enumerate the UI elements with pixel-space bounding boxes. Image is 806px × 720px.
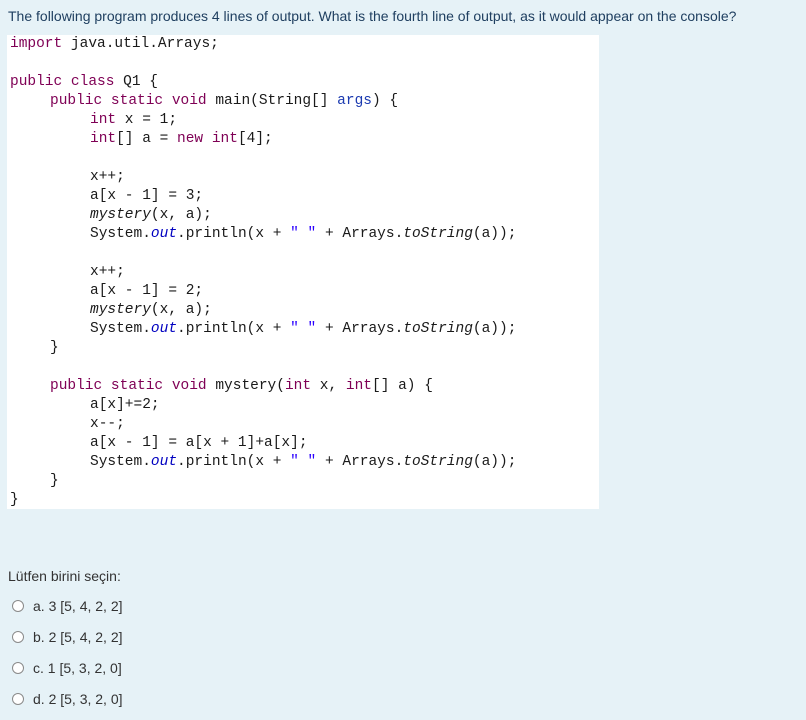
radio-button-a[interactable] bbox=[12, 599, 24, 612]
code-line-increment-1: x++; bbox=[90, 169, 125, 185]
code-line-print-2: System.out.println(x + " " + Arrays.toSt… bbox=[90, 321, 517, 337]
code-line-ax-sum: a[x - 1] = a[x + 1]+a[x]; bbox=[90, 435, 308, 451]
option-b[interactable]: b. 2 [5, 4, 2, 2] bbox=[12, 621, 123, 652]
code-line-assign-1: a[x - 1] = 3; bbox=[90, 188, 204, 204]
code-line-int-x: int x = 1; bbox=[90, 112, 178, 128]
option-c[interactable]: c. 1 [5, 3, 2, 0] bbox=[12, 652, 123, 683]
code-line-mystery-call-1: mystery(x, a); bbox=[90, 207, 212, 223]
code-line-increment-2: x++; bbox=[90, 264, 125, 280]
code-line-print-3: System.out.println(x + " " + Arrays.toSt… bbox=[90, 454, 517, 470]
radio-button-d[interactable] bbox=[12, 692, 24, 705]
option-b-label[interactable]: b. 2 [5, 4, 2, 2] bbox=[33, 629, 123, 645]
option-a[interactable]: a. 3 [5, 4, 2, 2] bbox=[12, 590, 123, 621]
code-line-int-array: int[] a = new int[4]; bbox=[90, 131, 273, 147]
radio-button-b[interactable] bbox=[12, 630, 24, 643]
code-line-import: import java.util.Arrays; bbox=[10, 36, 219, 52]
option-a-label[interactable]: a. 3 [5, 4, 2, 2] bbox=[33, 598, 123, 614]
option-d-label[interactable]: d. 2 [5, 3, 2, 0] bbox=[33, 691, 123, 707]
option-d[interactable]: d. 2 [5, 3, 2, 0] bbox=[12, 683, 123, 714]
code-line-decrement: x--; bbox=[90, 416, 125, 432]
code-line-class: public class Q1 { bbox=[10, 74, 158, 90]
code-line-main: public static void main(String[] args) { bbox=[50, 93, 399, 109]
code-block: import java.util.Arrays; public class Q1… bbox=[7, 35, 599, 509]
code-line-close-mystery: } bbox=[50, 473, 59, 489]
code-line-assign-2: a[x - 1] = 2; bbox=[90, 283, 204, 299]
radio-button-c[interactable] bbox=[12, 661, 24, 674]
question-text: The following program produces 4 lines o… bbox=[8, 8, 737, 24]
code-line-ax-add: a[x]+=2; bbox=[90, 397, 160, 413]
code-line-mystery-call-2: mystery(x, a); bbox=[90, 302, 212, 318]
code-line-close-class: } bbox=[10, 492, 19, 508]
option-c-label[interactable]: c. 1 [5, 3, 2, 0] bbox=[33, 660, 122, 676]
code-line-mystery-decl: public static void mystery(int x, int[] … bbox=[50, 378, 433, 394]
answer-options: a. 3 [5, 4, 2, 2] b. 2 [5, 4, 2, 2] c. 1… bbox=[12, 590, 123, 714]
code-line-close-main: } bbox=[50, 340, 59, 356]
answer-prompt: Lütfen birini seçin: bbox=[8, 568, 121, 584]
code-line-print-1: System.out.println(x + " " + Arrays.toSt… bbox=[90, 226, 517, 242]
